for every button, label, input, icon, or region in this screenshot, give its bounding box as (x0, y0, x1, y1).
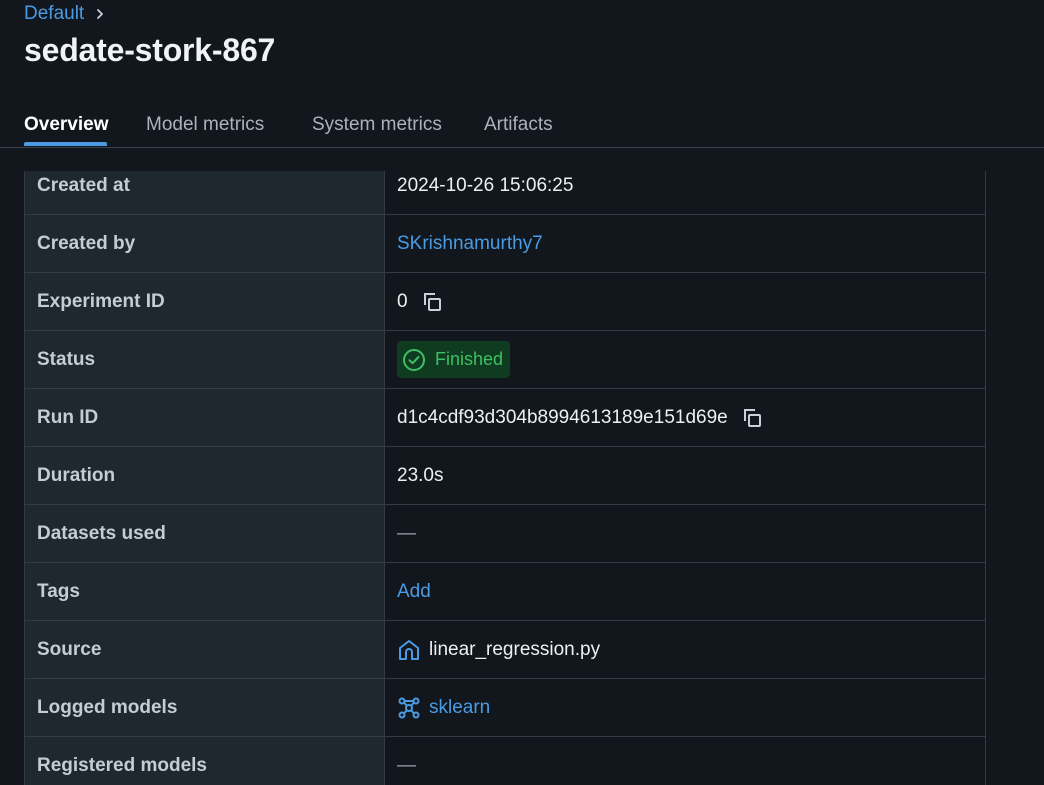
logged-model-link[interactable]: sklearn (429, 697, 490, 719)
table-row: Tags Add (25, 563, 985, 621)
row-label: Created at (25, 171, 385, 214)
status-badge: Finished (397, 341, 511, 378)
breadcrumb: Default (24, 2, 105, 26)
datasets-value: — (397, 522, 416, 544)
row-label: Datasets used (25, 505, 385, 562)
row-label: Source (25, 621, 385, 678)
status-text: Finished (435, 349, 504, 369)
tab-bar: Overview Model metrics System metrics Ar… (0, 106, 1044, 148)
source-icon (397, 638, 421, 662)
row-label: Duration (25, 447, 385, 504)
table-row: Datasets used — (25, 505, 985, 563)
tab-artifacts[interactable]: Artifacts (484, 114, 553, 136)
row-label: Tags (25, 563, 385, 620)
add-tag-link[interactable]: Add (397, 581, 431, 603)
table-row: Created at 2024-10-26 15:06:25 (25, 171, 985, 215)
copy-icon[interactable] (420, 290, 444, 314)
table-row: Experiment ID 0 (25, 273, 985, 331)
active-tab-indicator (24, 142, 107, 146)
row-label: Logged models (25, 679, 385, 736)
table-row: Source linear_regression.py (25, 621, 985, 679)
table-row: Logged models sklearn (25, 679, 985, 737)
created-at-value: 2024-10-26 15:06:25 (397, 174, 574, 196)
table-row: Status Finished (25, 331, 985, 389)
experiment-id-value: 0 (397, 290, 408, 312)
duration-value: 23.0s (397, 464, 444, 486)
row-label: Created by (25, 215, 385, 272)
row-label: Experiment ID (25, 273, 385, 330)
page-title: sedate-stork-867 (24, 32, 276, 68)
check-circle-icon (402, 348, 426, 372)
chevron-right-icon (95, 8, 105, 20)
row-label: Run ID (25, 389, 385, 446)
breadcrumb-link-default[interactable]: Default (24, 3, 84, 25)
source-value[interactable]: linear_regression.py (429, 639, 600, 661)
copy-icon[interactable] (740, 406, 764, 430)
row-label: Status (25, 331, 385, 388)
tab-system-metrics[interactable]: System metrics (312, 114, 442, 136)
registered-models-value: — (397, 754, 416, 776)
table-row: Registered models — (25, 737, 985, 785)
row-label: Registered models (25, 737, 385, 785)
run-id-value: d1c4cdf93d304b8994613189e151d69e (397, 406, 728, 428)
tab-overview[interactable]: Overview (24, 114, 109, 136)
table-row: Duration 23.0s (25, 447, 985, 505)
run-details-table[interactable]: Created at 2024-10-26 15:06:25 Created b… (24, 171, 986, 785)
table-row: Created by SKrishnamurthy7 (25, 215, 985, 273)
tab-model-metrics[interactable]: Model metrics (146, 114, 264, 136)
created-by-link[interactable]: SKrishnamurthy7 (397, 233, 543, 255)
model-icon (397, 696, 421, 720)
table-row: Run ID d1c4cdf93d304b8994613189e151d69e (25, 389, 985, 447)
